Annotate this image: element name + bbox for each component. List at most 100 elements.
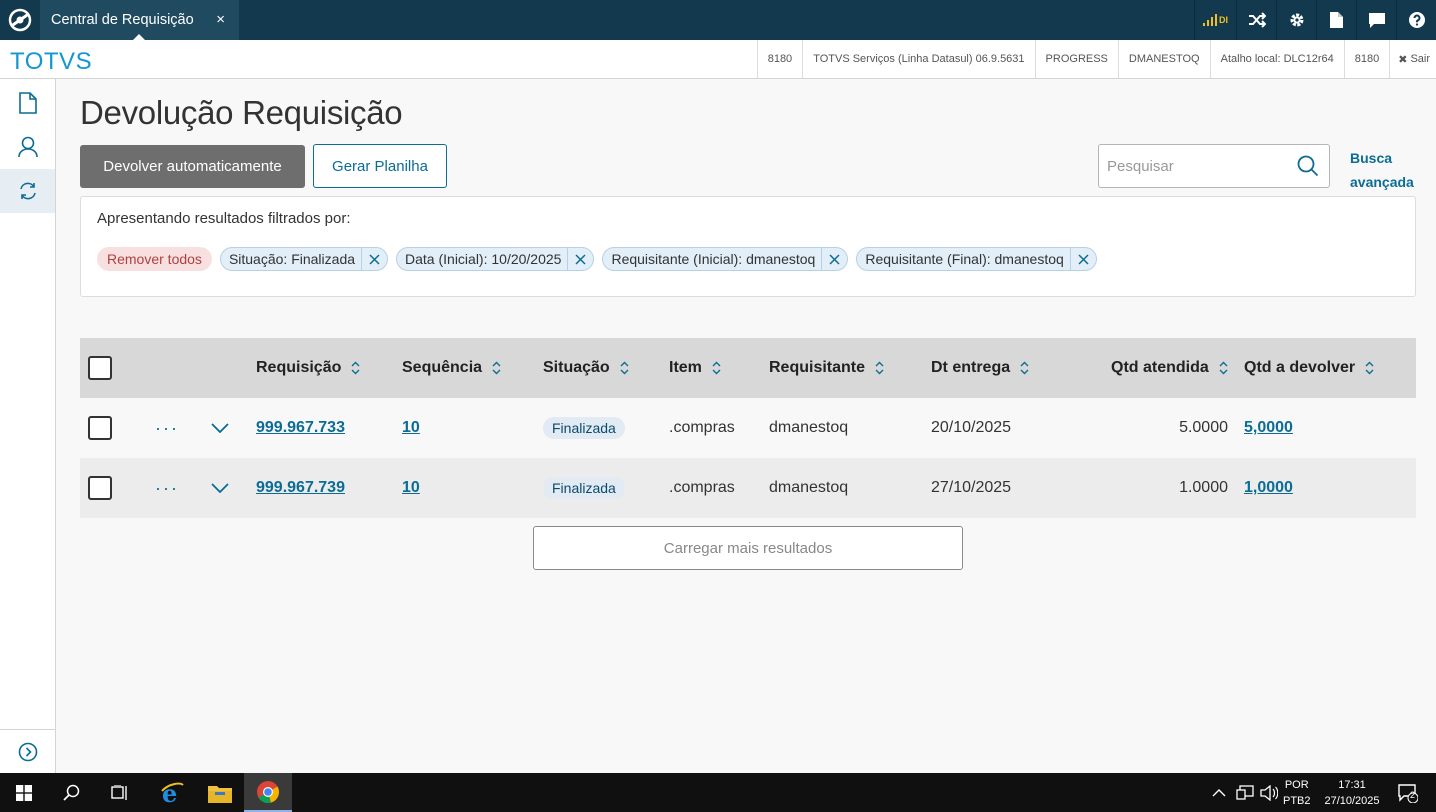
column-requisicao[interactable]: Requisição — [256, 338, 360, 398]
load-more-button[interactable]: Carregar mais resultados — [533, 526, 963, 570]
totvs-logo-icon[interactable] — [8, 8, 32, 32]
row-checkbox-cell — [88, 398, 112, 458]
close-icon[interactable] — [821, 248, 847, 270]
sidebar — [0, 79, 56, 773]
qtd-devolver-link[interactable]: 5,0000 — [1244, 398, 1293, 458]
item-cell: .compras — [669, 479, 735, 496]
column-qtd-devolver[interactable]: Qtd a devolver — [1244, 338, 1374, 398]
qtd-devolver-link[interactable]: 1,0000 — [1244, 458, 1293, 518]
shuffle-icon[interactable] — [1236, 0, 1276, 40]
sidebar-item-user[interactable] — [0, 125, 55, 169]
column-requisitante[interactable]: Requisitante — [769, 338, 884, 398]
sidebar-item-refresh[interactable] — [0, 169, 55, 213]
refresh-icon — [19, 182, 36, 200]
close-icon[interactable] — [567, 248, 593, 270]
close-icon: ✖ — [1398, 53, 1408, 66]
row-checkbox[interactable] — [88, 416, 112, 440]
column-qtd-atendida[interactable]: Qtd atendida — [1111, 338, 1228, 398]
column-label: Situação — [543, 359, 610, 376]
generate-spreadsheet-button[interactable]: Gerar Planilha — [313, 144, 447, 188]
return-automatically-button[interactable]: Devolver automaticamente — [80, 145, 305, 188]
column-item[interactable]: Item — [669, 338, 721, 398]
network-icon[interactable] — [1236, 773, 1254, 812]
advanced-search-link[interactable]: Busca avançada — [1350, 146, 1420, 194]
sidebar-item-documents[interactable] — [0, 81, 55, 125]
status-badge: Finalizada — [543, 477, 625, 499]
filter-chip-requisitante-final: Requisitante (Final): dmanestoq — [856, 247, 1097, 271]
item-cell: .compras — [669, 419, 735, 436]
file-explorer-icon[interactable] — [196, 773, 244, 812]
search-icon[interactable] — [1297, 155, 1319, 177]
info-shortcut: Atalho local: DLC12r64 — [1209, 40, 1344, 78]
sequencia-link[interactable]: 10 — [402, 398, 420, 458]
close-icon[interactable] — [361, 248, 387, 270]
column-dt-entrega[interactable]: Dt entrega — [931, 338, 1029, 398]
document-icon[interactable] — [1316, 0, 1356, 40]
requisicao-link[interactable]: 999.967.739 — [256, 458, 345, 518]
requisicao-link[interactable]: 999.967.733 — [256, 398, 345, 458]
close-icon[interactable] — [1069, 248, 1096, 270]
filter-chip-data-inicial: Data (Inicial): 10/20/2025 — [396, 247, 595, 271]
chevron-down-icon[interactable] — [211, 458, 229, 518]
info-port: 8180 — [756, 40, 802, 78]
help-icon[interactable] — [1396, 0, 1436, 40]
sequencia-link[interactable]: 10 — [402, 458, 420, 518]
windows-start-icon[interactable] — [0, 773, 48, 812]
sort-icon — [351, 361, 360, 375]
tab-central-requisicao[interactable]: Central de Requisição × — [40, 0, 239, 40]
filter-label: Apresentando resultados filtrados por: — [97, 210, 351, 227]
logout-label: Sair — [1410, 53, 1430, 65]
situacao-cell: Finalizada — [543, 398, 625, 458]
notifications-icon[interactable]: 2 — [1398, 773, 1418, 812]
clock-date: 27/10/2025 — [1324, 795, 1380, 807]
requisitante-cell: dmanestoq — [769, 419, 849, 436]
filter-chip-label: Data (Inicial): 10/20/2025 — [405, 251, 562, 267]
top-icons: DI — [1194, 0, 1436, 40]
signal-icon[interactable]: DI — [1194, 0, 1236, 40]
select-all-checkbox[interactable] — [88, 356, 112, 380]
filter-panel: Apresentando resultados filtrados por: R… — [80, 196, 1416, 297]
remove-all-filters-button[interactable]: Remover todos — [97, 247, 212, 271]
row-checkbox-cell — [88, 458, 112, 518]
input-language[interactable]: POR PTB2 — [1283, 777, 1311, 809]
filter-chip-situacao: Situação: Finalizada — [219, 247, 389, 271]
page-title: Devolução Requisição — [80, 94, 403, 131]
sort-icon — [1020, 361, 1029, 375]
chrome-icon[interactable] — [244, 773, 292, 812]
sort-icon — [875, 361, 884, 375]
info-product: TOTVS Serviços (Linha Datasul) 06.9.5631 — [802, 40, 1034, 78]
search-icon[interactable] — [48, 773, 96, 812]
chat-icon[interactable] — [1356, 0, 1396, 40]
search-input[interactable] — [1099, 145, 1289, 187]
dt-entrega-cell: 20/10/2025 — [931, 419, 1012, 436]
row-actions-button[interactable]: ··· — [155, 398, 179, 458]
logout-button[interactable]: ✖ Sair — [1389, 40, 1436, 78]
lang-code: POR — [1284, 779, 1309, 791]
internet-explorer-icon[interactable]: e — [148, 773, 196, 812]
table-header: Requisição Sequência Situação Item Requi… — [80, 338, 1416, 398]
volume-icon[interactable] — [1260, 773, 1278, 812]
sort-icon — [620, 361, 629, 375]
signal-label: DI — [1219, 15, 1228, 25]
info-user: DMANESTOQ — [1117, 40, 1210, 78]
app-header: TOTVS 8180 TOTVS Serviços (Linha Datasul… — [0, 40, 1436, 79]
column-label: Sequência — [402, 359, 483, 376]
sidebar-expand-button[interactable] — [0, 729, 55, 773]
task-view-icon[interactable] — [96, 773, 144, 812]
row-checkbox[interactable] — [88, 476, 112, 500]
windows-taskbar: e POR PTB2 17:31 27/10/2025 2 — [0, 773, 1436, 812]
column-label: Dt entrega — [931, 359, 1011, 376]
tab-close-icon[interactable]: × — [216, 11, 225, 28]
row-actions-button[interactable]: ··· — [155, 458, 179, 518]
tray-chevron-up-icon[interactable] — [1212, 773, 1226, 812]
system-clock[interactable]: 17:31 27/10/2025 — [1318, 777, 1386, 809]
info-port-2: 8180 — [1343, 40, 1389, 78]
column-sequencia[interactable]: Sequência — [402, 338, 501, 398]
app-top-bar: Central de Requisição × DI — [0, 0, 1436, 40]
dt-entrega-cell: 27/10/2025 — [931, 479, 1012, 496]
sort-icon — [1365, 361, 1374, 375]
column-situacao[interactable]: Situação — [543, 338, 629, 398]
chevron-down-icon[interactable] — [211, 398, 229, 458]
gear-icon[interactable] — [1276, 0, 1316, 40]
table-row: ··· 999.967.733 10 Finalizada .compras d… — [80, 398, 1416, 458]
